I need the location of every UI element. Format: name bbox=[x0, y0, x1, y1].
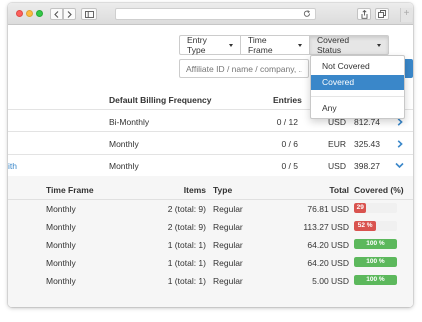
time-frame-cell: Monthly bbox=[46, 222, 76, 232]
covered-progress-bar: 100 % bbox=[354, 257, 397, 267]
total-cell: 76.81 USD bbox=[307, 204, 349, 214]
type-cell: Regular bbox=[213, 222, 243, 232]
covered-status-menu: Not Covered Covered Any bbox=[310, 55, 405, 119]
back-button[interactable] bbox=[50, 8, 63, 20]
row-amount: 398.27 bbox=[354, 161, 380, 171]
row-billing-frequency: Monthly bbox=[109, 139, 139, 149]
row-currency: EUR bbox=[328, 139, 346, 149]
header-billing-frequency: Default Billing Frequency bbox=[109, 95, 212, 105]
affiliate-search-input[interactable] bbox=[179, 59, 309, 78]
covered-progress-bar: 52 % bbox=[354, 221, 397, 231]
header-items: Items bbox=[183, 185, 206, 195]
time-frame-cell: Monthly bbox=[46, 240, 76, 250]
time-frame-cell: Monthly bbox=[46, 204, 76, 214]
chevron-down-icon[interactable] bbox=[395, 162, 404, 169]
total-cell: 64.20 USD bbox=[307, 258, 349, 268]
menu-item-covered[interactable]: Covered bbox=[311, 75, 404, 90]
reload-icon[interactable] bbox=[303, 10, 311, 18]
row-entries: 0 / 12 bbox=[276, 117, 298, 127]
header-total: Total bbox=[329, 185, 349, 195]
covered-progress-fill: 100 % bbox=[354, 239, 397, 249]
covered-progress-bar: 29 bbox=[354, 203, 397, 213]
share-button[interactable] bbox=[357, 8, 371, 20]
row-entries: 0 / 6 bbox=[281, 139, 298, 149]
row-currency: USD bbox=[328, 161, 346, 171]
row-billing-frequency: Monthly bbox=[109, 161, 139, 171]
type-cell: Regular bbox=[213, 258, 243, 268]
sidebar-icon bbox=[84, 10, 94, 18]
forward-button[interactable] bbox=[63, 8, 76, 20]
tabs-button[interactable] bbox=[375, 8, 389, 20]
chevron-left-icon bbox=[54, 10, 59, 18]
header-type: Type bbox=[213, 185, 233, 195]
share-icon bbox=[361, 9, 367, 19]
row-amount: 325.43 bbox=[354, 139, 380, 149]
browser-toolbar: + bbox=[8, 3, 413, 25]
menu-divider bbox=[311, 96, 404, 97]
type-cell: Regular bbox=[213, 276, 243, 286]
covered-progress-bar: 100 % bbox=[354, 239, 397, 249]
items-cell: 2 (total: 9) bbox=[167, 222, 206, 232]
total-cell: 5.00 USD bbox=[312, 276, 349, 286]
minimize-window-button[interactable] bbox=[26, 10, 33, 17]
header-covered: Covered (%) bbox=[354, 185, 404, 195]
time-frame-cell: Monthly bbox=[46, 258, 76, 268]
total-cell: 64.20 USD bbox=[307, 240, 349, 250]
time-frame-label: Time Frame bbox=[248, 35, 273, 55]
menu-item-not-covered[interactable]: Not Covered bbox=[311, 59, 404, 74]
chevron-right-icon[interactable] bbox=[397, 118, 403, 126]
covered-progress-fill: 100 % bbox=[354, 257, 397, 267]
items-cell: 2 (total: 9) bbox=[167, 204, 206, 214]
divider bbox=[8, 131, 413, 132]
expanded-details: Time Frame Items Type Total Covered (%) … bbox=[8, 176, 413, 307]
covered-status-label: Covered Status bbox=[317, 35, 350, 55]
caret-down-icon bbox=[298, 43, 302, 47]
divider bbox=[8, 154, 413, 155]
items-cell: 1 (total: 1) bbox=[167, 240, 206, 250]
affiliate-name-link[interactable]: ith bbox=[8, 161, 17, 171]
time-frame-cell: Monthly bbox=[46, 276, 76, 286]
covered-progress-bar: 100 % bbox=[354, 275, 397, 285]
chevron-right-icon[interactable] bbox=[397, 140, 403, 148]
row-entries: 0 / 5 bbox=[281, 161, 298, 171]
tabs-icon bbox=[378, 10, 386, 18]
time-frame-filter[interactable]: Time Frame bbox=[240, 35, 310, 55]
covered-progress-fill: 52 % bbox=[354, 221, 377, 231]
new-tab-button[interactable]: + bbox=[400, 8, 412, 22]
caret-down-icon bbox=[229, 43, 233, 47]
close-window-button[interactable] bbox=[16, 10, 23, 17]
type-cell: Regular bbox=[213, 240, 243, 250]
caret-down-icon bbox=[377, 43, 381, 47]
sidebar-button[interactable] bbox=[81, 8, 97, 20]
address-bar[interactable] bbox=[115, 8, 316, 20]
browser-window: + Entry Type Time Frame Covered Status N… bbox=[8, 3, 413, 307]
covered-progress-fill: 100 % bbox=[354, 275, 397, 285]
type-cell: Regular bbox=[213, 204, 243, 214]
entry-type-label: Entry Type bbox=[187, 35, 207, 55]
items-cell: 1 (total: 1) bbox=[167, 276, 206, 286]
menu-item-any[interactable]: Any bbox=[311, 101, 404, 116]
covered-status-filter[interactable]: Covered Status bbox=[309, 35, 389, 55]
covered-progress-fill: 29 bbox=[354, 203, 367, 213]
row-billing-frequency: Bi-Monthly bbox=[109, 117, 150, 127]
total-cell: 113.27 USD bbox=[303, 222, 349, 232]
header-entries: Entries bbox=[273, 95, 302, 105]
page-content: Entry Type Time Frame Covered Status Not… bbox=[8, 26, 413, 307]
items-cell: 1 (total: 1) bbox=[167, 258, 206, 268]
zoom-window-button[interactable] bbox=[36, 10, 43, 17]
header-time-frame: Time Frame bbox=[46, 185, 94, 195]
chevron-right-icon bbox=[67, 10, 72, 18]
entry-type-filter[interactable]: Entry Type bbox=[179, 35, 241, 55]
